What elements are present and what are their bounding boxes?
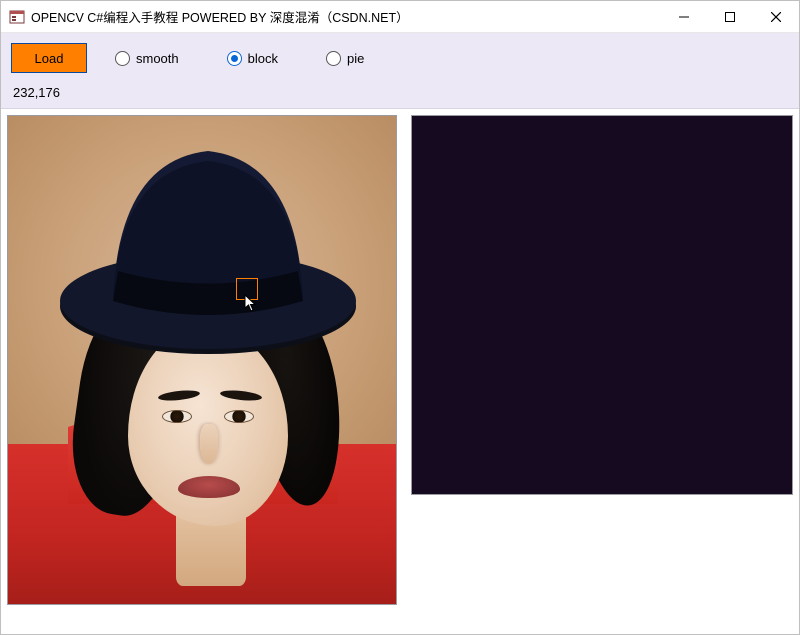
mode-radio-group: smooth block pie	[115, 51, 364, 66]
toolbar: Load smooth block pie 232,176	[1, 33, 799, 109]
radio-label: smooth	[136, 51, 179, 66]
content-area	[1, 109, 799, 634]
radio-icon	[326, 51, 341, 66]
output-image-panel[interactable]	[411, 115, 793, 495]
radio-icon	[227, 51, 242, 66]
window-title: OPENCV C#编程入手教程 POWERED BY 深度混淆（CSDN.NET…	[31, 7, 409, 26]
window-controls	[661, 1, 799, 32]
form-icon	[9, 9, 25, 25]
arrow-cursor-icon	[244, 294, 258, 312]
coordinate-readout: 232,176	[11, 85, 789, 102]
app-window: OPENCV C#编程入手教程 POWERED BY 深度混淆（CSDN.NET…	[0, 0, 800, 635]
maximize-button[interactable]	[707, 1, 753, 32]
radio-pie[interactable]: pie	[326, 51, 364, 66]
radio-label: block	[248, 51, 278, 66]
radio-block[interactable]: block	[227, 51, 278, 66]
toolbar-row: Load smooth block pie	[11, 41, 789, 75]
minimize-button[interactable]	[661, 1, 707, 32]
portrait-image	[8, 116, 396, 604]
close-button[interactable]	[753, 1, 799, 32]
radio-smooth[interactable]: smooth	[115, 51, 179, 66]
radio-label: pie	[347, 51, 364, 66]
radio-icon	[115, 51, 130, 66]
source-image-panel[interactable]	[7, 115, 397, 605]
titlebar[interactable]: OPENCV C#编程入手教程 POWERED BY 深度混淆（CSDN.NET…	[1, 1, 799, 33]
load-button[interactable]: Load	[11, 43, 87, 73]
